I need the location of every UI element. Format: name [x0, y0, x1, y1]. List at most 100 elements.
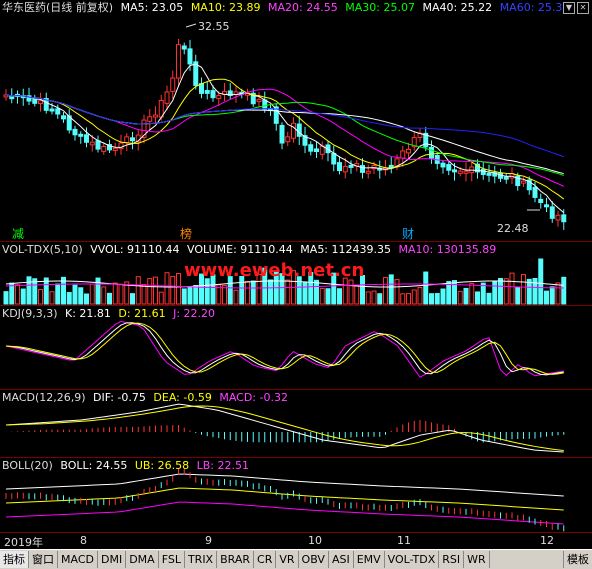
high-price-label: 32.55	[198, 20, 230, 33]
tab-vr[interactable]: VR	[276, 551, 299, 568]
candlestick	[296, 123, 302, 137]
candlestick	[532, 186, 538, 198]
tab-wr[interactable]: WR	[464, 551, 490, 568]
ma5-line	[5, 63, 565, 214]
mark-finance[interactable]: 财	[402, 225, 414, 242]
volume-bar	[285, 279, 291, 305]
volume-bar	[141, 284, 147, 305]
volume-bar	[469, 283, 475, 305]
volume-bar	[388, 274, 394, 305]
tab-rsi[interactable]: RSI	[439, 551, 465, 568]
tab-cr[interactable]: CR	[254, 551, 277, 568]
volume-bar	[319, 288, 325, 305]
macd-name: MACD(12,26,9)	[2, 391, 86, 404]
volume-bar	[170, 275, 176, 305]
candlestick	[72, 128, 78, 136]
candlestick	[147, 116, 153, 122]
volume-bar	[509, 272, 515, 305]
candlestick	[95, 140, 101, 150]
candlestick	[89, 141, 95, 146]
volume-panel[interactable]: VOL-TDX(5,10) VVOL: 91110.44 VOLUME: 911…	[0, 241, 592, 305]
candlestick	[365, 170, 371, 174]
volume-bar	[400, 293, 406, 305]
ma30-label: MA30: 25.07	[345, 1, 415, 14]
candlestick	[446, 164, 452, 171]
indicator-toolbar: 指标 窗口 MACD DMI DMA FSL TRIX BRAR CR VR O…	[0, 549, 592, 569]
tab-dmi[interactable]: DMI	[98, 551, 127, 568]
candlestick	[486, 172, 492, 176]
tab-fsl[interactable]: FSL	[159, 551, 185, 568]
volume-bar	[130, 293, 135, 305]
candlestick	[181, 45, 187, 50]
volume-bar	[354, 284, 360, 305]
boll-ub-line	[5, 473, 564, 497]
volume-bar	[549, 286, 555, 305]
ma60-line	[5, 94, 564, 158]
volume-bar	[32, 278, 38, 305]
volume-bar	[503, 278, 509, 305]
candlestick	[285, 136, 291, 143]
tab-obv[interactable]: OBV	[299, 551, 329, 568]
volume-bar	[515, 286, 521, 305]
high-arrow	[185, 23, 197, 28]
volume-header: VOL-TDX(5,10) VVOL: 91110.44 VOLUME: 911…	[2, 243, 500, 256]
template-button[interactable]: 模板	[563, 551, 592, 568]
chevron-down-icon[interactable]: ▼	[563, 2, 575, 14]
kdj-header: KDJ(9,3,3) K: 21.81 D: 21.61 J: 22.20	[2, 307, 219, 320]
tab-brar[interactable]: BRAR	[217, 551, 255, 568]
candlestick	[521, 180, 526, 184]
tab-emv[interactable]: EMV	[354, 551, 385, 568]
candlestick	[130, 137, 135, 142]
macd-dea-line	[5, 405, 564, 451]
stock-title: 华东医药(日线 前复权)	[2, 1, 114, 14]
volume-bar	[423, 271, 429, 305]
candlestick	[199, 83, 204, 94]
volume-bar	[348, 279, 354, 305]
mark-list[interactable]: 榜	[180, 225, 192, 242]
ma10-label: MA10: 23.89	[190, 1, 261, 14]
volume-bar	[371, 290, 377, 305]
volume-bar	[411, 289, 417, 305]
close-icon[interactable]: ✕	[577, 2, 589, 14]
volume-bar	[233, 289, 239, 305]
boll-panel[interactable]: BOLL(20) BOLL: 24.55 UB: 26.58 LB: 22.51	[0, 457, 592, 532]
volume-bar	[176, 273, 181, 305]
price-panel[interactable]: 华东医药(日线 前复权) MA5: 23.05 MA10: 23.89 MA20…	[0, 0, 592, 241]
macd-panel[interactable]: MACD(12,26,9) DIF: -0.75 DEA: -0.59 MACD…	[0, 389, 592, 457]
candlestick	[561, 214, 567, 223]
tab-window[interactable]: 窗口	[29, 551, 58, 568]
candlestick	[170, 77, 176, 92]
price-header: 华东医药(日线 前复权) MA5: 23.05 MA10: 23.89 MA20…	[2, 1, 566, 14]
tab-dma[interactable]: DMA	[126, 551, 159, 568]
volume-bar	[95, 277, 101, 305]
volume-bar	[222, 285, 227, 305]
volume-bar	[394, 279, 400, 305]
boll-mid-label: BOLL: 24.55	[60, 459, 128, 472]
volume-bar	[49, 291, 55, 305]
volume-bar	[538, 258, 544, 305]
tab-macd[interactable]: MACD	[58, 551, 98, 568]
candlestick	[480, 168, 486, 176]
volume-bar	[78, 287, 84, 305]
mark-reduce[interactable]: 减	[12, 225, 24, 242]
tab-vol-tdx[interactable]: VOL-TDX	[385, 551, 440, 568]
tab-asi[interactable]: ASI	[329, 551, 354, 568]
volume-bar	[342, 277, 348, 305]
candlestick	[342, 165, 348, 173]
volume-bar	[434, 292, 440, 305]
volume-bar	[452, 280, 457, 305]
ma10-line	[5, 78, 565, 200]
volume-bar	[112, 282, 118, 305]
volume-bar	[72, 284, 78, 305]
tab-trix[interactable]: TRIX	[185, 551, 218, 568]
volume-bar	[66, 292, 72, 305]
price-chart[interactable]	[0, 0, 592, 241]
candlestick	[49, 108, 55, 112]
candlestick	[84, 134, 89, 143]
tab-indicator[interactable]: 指标	[0, 551, 29, 568]
candlestick	[187, 48, 193, 65]
volume-bar	[544, 290, 549, 305]
candlestick	[279, 124, 285, 144]
macd-value-label: MACD: -0.32	[219, 391, 288, 404]
kdj-panel[interactable]: KDJ(9,3,3) K: 21.81 D: 21.61 J: 22.20	[0, 305, 592, 389]
